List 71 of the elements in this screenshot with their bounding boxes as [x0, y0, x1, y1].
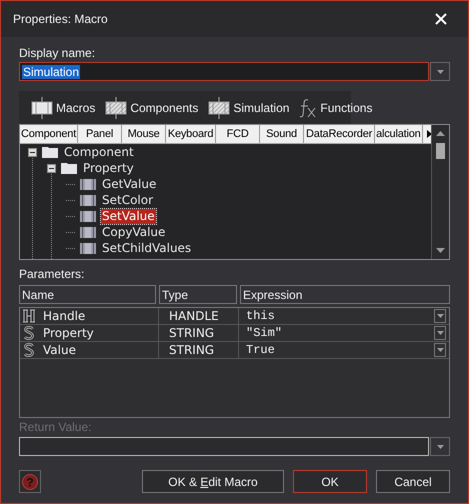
parameter-name: Handle [43, 309, 86, 323]
tree-item[interactable]: CopyValue [101, 224, 166, 240]
section-label: Parameters: [19, 267, 86, 281]
macro-icon [80, 178, 96, 190]
help-icon: ? [22, 474, 38, 490]
palette-tab[interactable]: Functions [297, 94, 374, 120]
scrollbar-thumb[interactable] [436, 143, 445, 159]
macro-icon [80, 194, 96, 206]
caret-icon [436, 331, 444, 335]
tree-item[interactable]: SetValue [101, 208, 156, 224]
close-icon[interactable] [434, 12, 448, 26]
parameter-type: HANDLE [169, 309, 219, 323]
column-header[interactable]: Component [20, 125, 78, 143]
parameter-name: Property [43, 326, 94, 340]
column-header: Name [19, 285, 156, 304]
column-header: Type [159, 285, 237, 304]
return-value-field[interactable] [19, 437, 429, 456]
folder-icon [61, 162, 77, 174]
expression-value[interactable]: True [246, 343, 434, 357]
collapse-toggle-icon[interactable] [47, 164, 56, 172]
dialog-button[interactable]: Cancel [376, 470, 450, 493]
tree-item[interactable]: GetValue [101, 176, 158, 192]
column-header: Expression [240, 285, 450, 304]
collapse-toggle-icon[interactable] [28, 148, 37, 156]
tree-item[interactable]: SetColor [101, 192, 154, 208]
column-header[interactable]: DataRecorder [304, 125, 376, 143]
palette-tab[interactable]: Macros [29, 94, 98, 120]
expression-value[interactable]: this [246, 309, 434, 323]
column-header[interactable]: Mouse [122, 125, 166, 143]
hatched-block-icon [105, 96, 128, 118]
scrollbar[interactable] [431, 125, 449, 259]
column-header[interactable]: Panel [78, 125, 122, 143]
tree-item[interactable]: SetChildValues [101, 240, 192, 256]
handle-type-icon [23, 309, 35, 323]
column-header[interactable]: Keyboard [166, 125, 216, 143]
palette-tab[interactable]: Simulation [206, 94, 292, 120]
caret-icon [436, 314, 444, 318]
function-icon [299, 98, 318, 118]
scroll-down-icon[interactable] [436, 248, 445, 253]
dropdown-button[interactable] [434, 343, 446, 357]
field-label: Display name: [19, 46, 96, 61]
string-type-icon [23, 343, 35, 357]
hatched-block-icon [208, 96, 230, 118]
window-title: Properties: Macro [13, 12, 109, 26]
folder-icon [42, 146, 58, 158]
display-name-field[interactable]: Simulation [19, 62, 429, 81]
macro-icon [80, 226, 96, 238]
caret-icon [436, 70, 444, 74]
dropdown-button[interactable] [434, 309, 446, 323]
expression-value[interactable]: "Sim" [246, 326, 434, 340]
caret-icon [436, 348, 444, 352]
dropdown-button[interactable] [430, 62, 450, 81]
string-type-icon [23, 326, 35, 340]
scroll-up-icon[interactable] [436, 131, 445, 136]
column-header[interactable]: Sound [260, 125, 304, 143]
macro-icon [80, 242, 96, 254]
caret-icon [436, 444, 444, 448]
parameter-type: STRING [169, 343, 214, 357]
dialog-button[interactable]: OK [293, 470, 367, 493]
parameter-name: Value [43, 343, 76, 357]
dropdown-button[interactable] [430, 437, 450, 456]
dropdown-button[interactable] [434, 326, 446, 340]
palette-tab[interactable]: Components [103, 94, 200, 120]
tree-item[interactable]: Property [82, 160, 135, 176]
parameter-type: STRING [169, 326, 214, 340]
macro-icon [80, 210, 96, 222]
field-label: Return Value: [19, 420, 92, 434]
dialog-button[interactable]: OK & Edit Macro [142, 470, 284, 493]
column-header[interactable]: FCD [216, 125, 260, 143]
tree-item[interactable]: Component [63, 144, 135, 160]
macro-block-icon [31, 96, 53, 118]
